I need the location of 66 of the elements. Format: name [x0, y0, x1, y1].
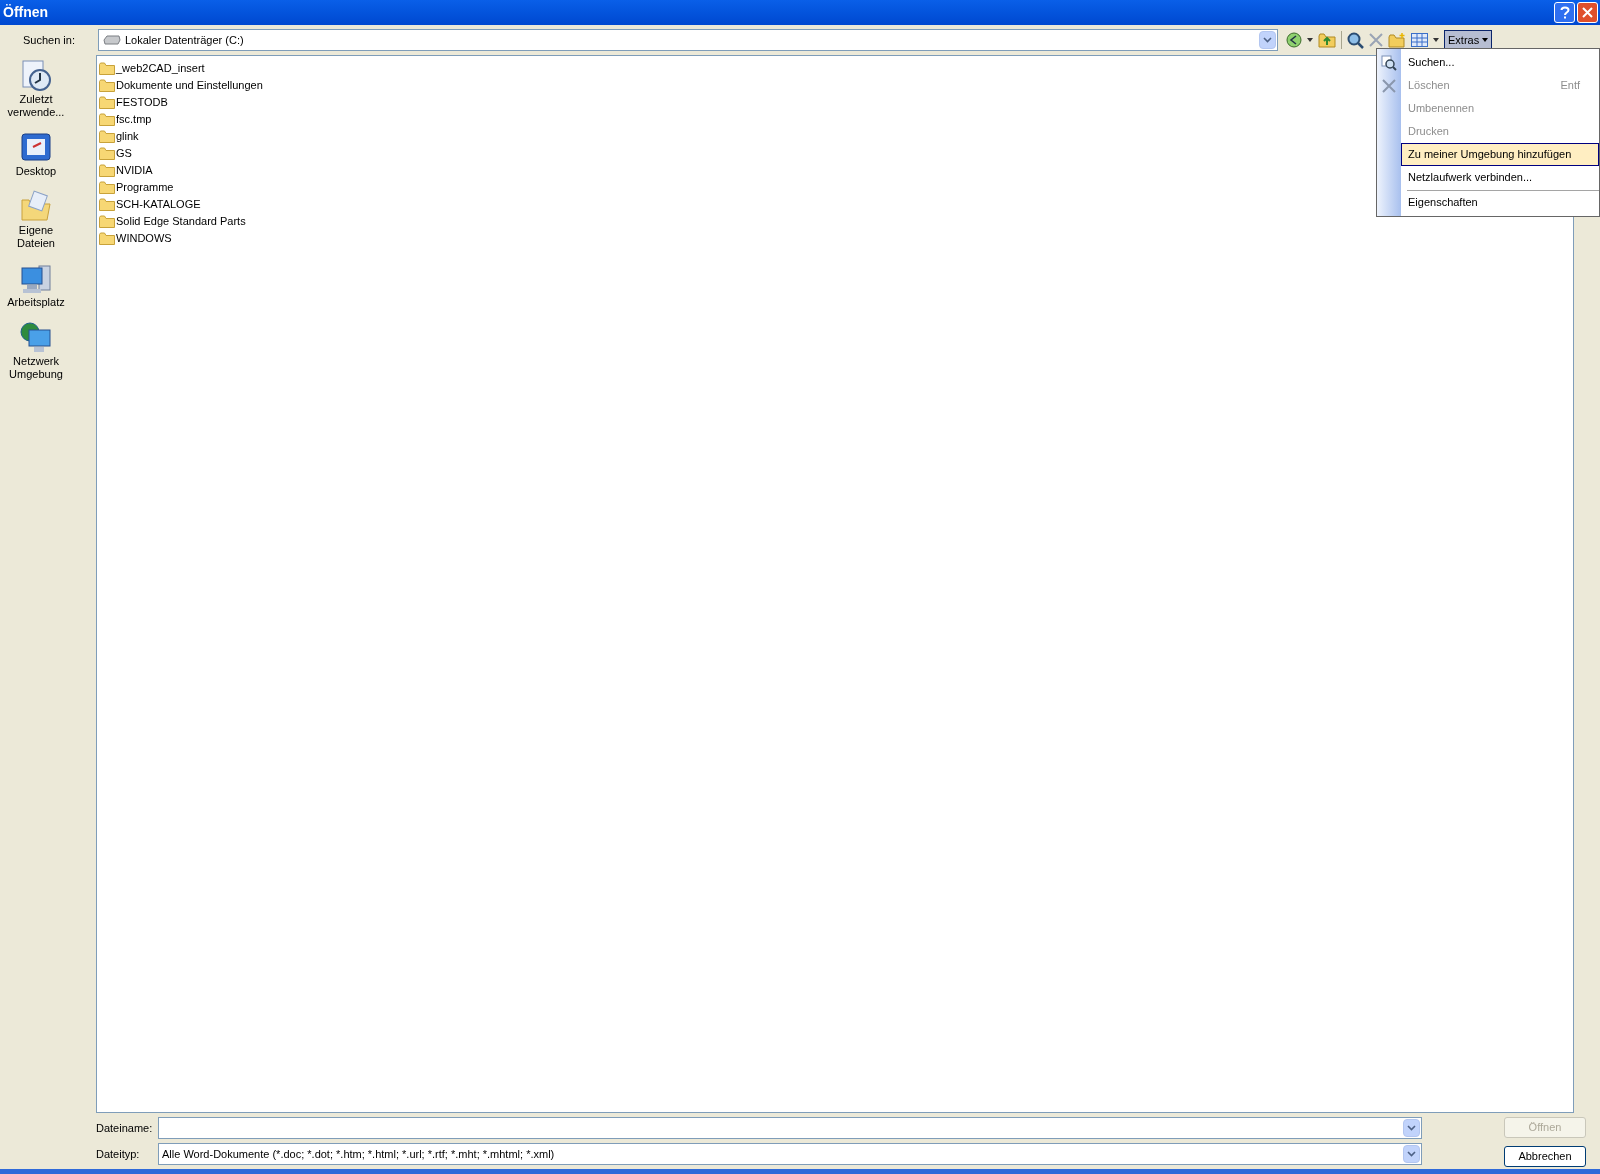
places-item[interactable]: Desktop [0, 165, 72, 178]
help-icon [1559, 6, 1570, 19]
folder-icon [99, 130, 115, 143]
folder-name[interactable]: NVIDIA [116, 162, 153, 179]
folder-name[interactable]: FESTODB [116, 94, 168, 111]
close-button[interactable] [1577, 2, 1598, 23]
places-item[interactable]: Zuletzt verwende... [0, 93, 72, 119]
dropdown-button[interactable] [1403, 1145, 1420, 1163]
search-icon [1381, 54, 1397, 71]
x-icon [1382, 78, 1396, 93]
folder-icon [99, 215, 115, 228]
menu-item[interactable]: Netzlaufwerk verbinden... [1401, 166, 1599, 189]
back-icon[interactable] [1286, 32, 1302, 48]
folder-icon [99, 232, 115, 245]
look-in-value: Lokaler Datenträger (C:) [125, 32, 245, 48]
folder-icon [99, 164, 115, 177]
cancel-button[interactable]: Abbrechen [1504, 1146, 1586, 1167]
views-icon[interactable] [1411, 33, 1428, 47]
places-item[interactable]: Eigene Dateien [0, 224, 72, 250]
filename-field[interactable] [158, 1117, 1422, 1139]
dropdown-button[interactable] [1403, 1119, 1420, 1137]
folder-name[interactable]: SCH-KATALOGE [116, 196, 201, 213]
folder-icon [99, 147, 115, 160]
folder-icon [99, 79, 115, 92]
folder-name[interactable]: Dokumente und Einstellungen [116, 77, 263, 94]
places-item[interactable]: Netzwerk Umgebung [0, 355, 72, 381]
folder-icon [99, 96, 115, 109]
drive-icon [103, 35, 121, 45]
folder-name[interactable]: GS [116, 145, 132, 162]
menu-item[interactable]: Suchen... [1401, 51, 1599, 74]
folder-name[interactable]: _web2CAD_insert [116, 60, 205, 77]
extras-menu-button[interactable]: Extras [1444, 30, 1493, 50]
clock-document-icon [19, 59, 53, 93]
close-icon [1582, 7, 1593, 18]
computer-icon [19, 262, 53, 296]
up-folder-icon[interactable] [1318, 32, 1336, 48]
places-item[interactable]: Arbeitsplatz [0, 296, 72, 309]
caret-icon [1482, 38, 1489, 42]
filename-label: Dateiname: [96, 1120, 154, 1136]
folder-name[interactable]: fsc.tmp [116, 111, 152, 128]
folder-name[interactable]: Solid Edge Standard Parts [116, 213, 246, 230]
chevron-down-icon [1407, 1151, 1416, 1157]
folder-icon [99, 113, 115, 126]
open-folder-icon [19, 190, 53, 224]
caret-icon[interactable] [1307, 38, 1313, 42]
window-title: Öffnen [3, 3, 49, 22]
menu-item[interactable]: Zu meiner Umgebung hinzufügen [1401, 143, 1599, 166]
folder-icon [99, 62, 115, 75]
filetype-value: Alle Word-Dokumente (*.doc; *.dot; *.htm; *.html; *.url; *.rtf; *.mht; *.mhtml; *.xml) [162, 1146, 556, 1162]
chevron-down-icon [1407, 1125, 1416, 1131]
globe-computer-icon [19, 321, 53, 355]
look-in-label: Suchen in: [22, 32, 76, 48]
help-button[interactable] [1554, 2, 1575, 23]
folder-name[interactable]: WINDOWS [116, 230, 172, 247]
dropdown-button[interactable] [1259, 31, 1276, 49]
folder-icon [99, 198, 115, 211]
chevron-down-icon [1263, 37, 1272, 43]
folder-icon [99, 181, 115, 194]
filetype-dropdown[interactable]: Alle Word-Dokumente (*.doc; *.dot; *.htm; *.html; *.url; *.rtf; *.mht; *.mhtml; *.xml) [158, 1143, 1422, 1165]
menu-item[interactable]: Eigenschaften [1401, 191, 1599, 214]
caret-icon[interactable] [1433, 38, 1439, 42]
look-in-dropdown[interactable]: Lokaler Datenträger (C:) [98, 29, 1278, 51]
search-web-icon[interactable] [1347, 31, 1364, 49]
folder-name[interactable]: glink [116, 128, 139, 145]
filetype-label: Dateityp: [96, 1146, 141, 1162]
folder-name[interactable]: Programme [116, 179, 174, 196]
